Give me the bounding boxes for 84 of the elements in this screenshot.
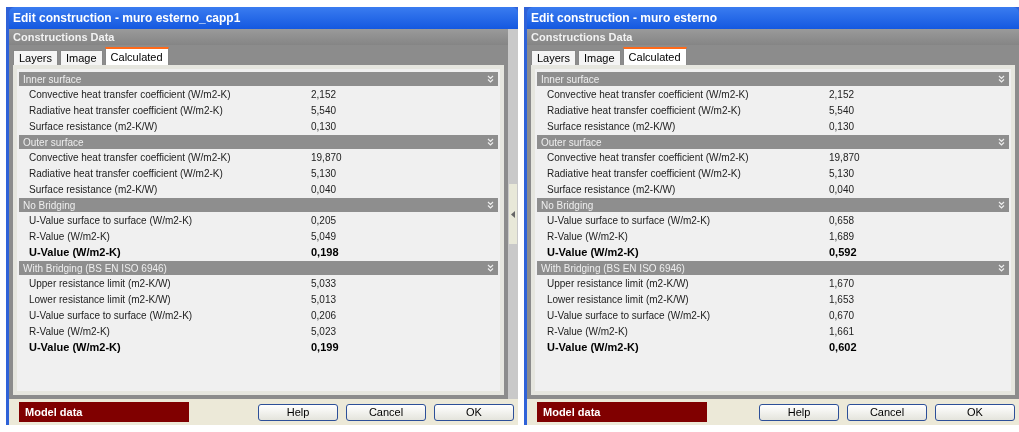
property-label: Convective heat transfer coefficient (W/m2-K): [547, 88, 750, 100]
property-value: 0,130: [829, 120, 855, 132]
property-value: 1,670: [829, 277, 855, 289]
property-value: 0,205: [311, 214, 337, 226]
collapse-icon[interactable]: [487, 201, 494, 209]
property-value: 0,199: [311, 341, 339, 353]
tab[interactable]: Layers: [13, 50, 59, 65]
property-value: 2,152: [311, 88, 337, 100]
dialog-button[interactable]: Cancel: [346, 403, 426, 421]
property-label: Lower resistance limit (m2-K/W): [547, 293, 690, 305]
dialog-button[interactable]: Help: [258, 403, 338, 421]
property-value: 0,130: [311, 120, 337, 132]
property-label: U-Value surface to surface (W/m2-K): [29, 214, 194, 226]
property-value: 0,670: [829, 309, 855, 321]
property-value: 0,198: [311, 246, 339, 258]
tab[interactable]: Calculated: [622, 47, 687, 65]
property-label: U-Value (W/m2-K): [29, 341, 122, 353]
property-label: Convective heat transfer coefficient (W/m2-K): [29, 151, 232, 163]
property-value: 19,870: [829, 151, 860, 163]
property-label: U-Value (W/m2-K): [547, 246, 640, 258]
property-label: Convective heat transfer coefficient (W/m2-K): [547, 151, 750, 163]
splitter-handle[interactable]: [509, 184, 517, 244]
dialog-button[interactable]: Help: [759, 403, 839, 421]
property-value: 0,206: [311, 309, 337, 321]
property-label: U-Value surface to surface (W/m2-K): [547, 309, 712, 321]
property-value: 0,040: [311, 183, 337, 195]
property-label: Surface resistance (m2-K/W): [29, 120, 159, 132]
property-label: R-Value (W/m2-K): [547, 325, 629, 337]
property-value: 5,540: [311, 104, 337, 116]
window-title: Edit construction - muro esterno: [531, 11, 717, 25]
property-label: Upper resistance limit (m2-K/W): [29, 277, 172, 289]
collapse-icon[interactable]: [998, 138, 1005, 146]
panel-header: Constructions Data: [531, 31, 633, 43]
property-label: Surface resistance (m2-K/W): [547, 120, 677, 132]
property-label: R-Value (W/m2-K): [29, 325, 111, 337]
dialog-button[interactable]: OK: [434, 403, 514, 421]
property-value: 0,592: [829, 246, 857, 258]
property-value: 5,023: [311, 325, 337, 337]
dialog-button[interactable]: OK: [935, 403, 1015, 421]
property-label: Radiative heat transfer coefficient (W/m2-K): [547, 167, 742, 179]
tab[interactable]: Image: [60, 50, 103, 65]
property-label: Surface resistance (m2-K/W): [547, 183, 677, 195]
property-value: 1,653: [829, 293, 855, 305]
property-label: Radiative heat transfer coefficient (W/m2-K): [547, 104, 742, 116]
property-value: 1,661: [829, 325, 855, 337]
collapse-icon[interactable]: [998, 75, 1005, 83]
property-label: Surface resistance (m2-K/W): [29, 183, 159, 195]
property-label: U-Value surface to surface (W/m2-K): [29, 309, 194, 321]
property-label: Lower resistance limit (m2-K/W): [29, 293, 172, 305]
property-value: 0,602: [829, 341, 857, 353]
tab[interactable]: Image: [578, 50, 621, 65]
collapse-icon[interactable]: [998, 201, 1005, 209]
property-label: R-Value (W/m2-K): [547, 230, 629, 242]
property-label: U-Value (W/m2-K): [29, 246, 122, 258]
property-label: Convective heat transfer coefficient (W/m2-K): [29, 88, 232, 100]
property-value: 5,540: [829, 104, 855, 116]
property-value: 5,033: [311, 277, 337, 289]
left-arrow-icon: [511, 210, 515, 218]
window-title: Edit construction - muro esterno_capp1: [13, 11, 241, 25]
dialog-button[interactable]: Cancel: [847, 403, 927, 421]
property-value: 2,152: [829, 88, 855, 100]
property-label: U-Value (W/m2-K): [547, 341, 640, 353]
model-data-label: Model data: [537, 402, 707, 422]
collapse-icon[interactable]: [998, 264, 1005, 272]
property-label: Radiative heat transfer coefficient (W/m2-K): [29, 167, 224, 179]
property-value: 5,049: [311, 230, 337, 242]
property-value: 5,130: [311, 167, 337, 179]
tab[interactable]: Layers: [531, 50, 577, 65]
property-value: 1,689: [829, 230, 855, 242]
property-value: 19,870: [311, 151, 342, 163]
collapse-icon[interactable]: [487, 264, 494, 272]
property-value: 5,130: [829, 167, 855, 179]
tab[interactable]: Calculated: [104, 47, 169, 65]
property-label: Upper resistance limit (m2-K/W): [547, 277, 690, 289]
collapse-icon[interactable]: [487, 75, 494, 83]
property-value: 0,658: [829, 214, 855, 226]
property-label: R-Value (W/m2-K): [29, 230, 111, 242]
model-data-label: Model data: [19, 402, 189, 422]
property-label: U-Value surface to surface (W/m2-K): [547, 214, 712, 226]
property-label: Radiative heat transfer coefficient (W/m2-K): [29, 104, 224, 116]
property-value: 5,013: [311, 293, 337, 305]
panel-header: Constructions Data: [13, 31, 115, 43]
property-value: 0,040: [829, 183, 855, 195]
collapse-icon[interactable]: [487, 138, 494, 146]
